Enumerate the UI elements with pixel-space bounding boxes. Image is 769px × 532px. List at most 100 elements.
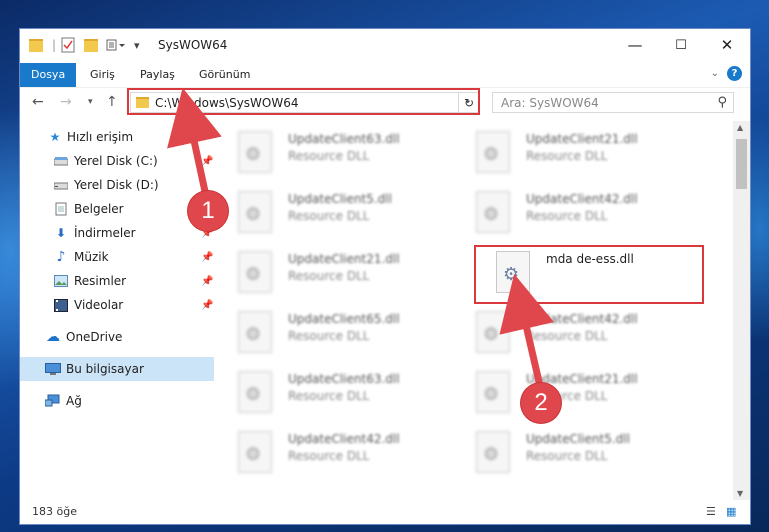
step-badge-1: 1 [188,191,228,231]
sidebar-item-network[interactable]: Ağ [20,389,214,413]
quick-access-folder-icon[interactable] [29,36,43,54]
sidebar-item-pictures[interactable]: Resimler 📌 [20,269,214,293]
help-icon[interactable]: ? [727,66,742,81]
dll-file-icon [238,371,272,413]
file-list: UpdateClient63.dll Resource DLL UpdateCl… [220,121,732,500]
large-icons-view-icon[interactable]: ▦ [726,505,740,518]
navigation-pane: ★ Hızlı erişim Yerel Disk (C:) 📌 Yerel D… [20,125,214,500]
file-item[interactable]: UpdateClient21.dll Resource DLL [220,245,446,297]
file-name: UpdateClient63.dll [288,132,400,146]
file-item[interactable]: UpdateClient21.dll Resource DLL [458,365,684,417]
file-item[interactable]: UpdateClient5.dll Resource DLL [458,425,684,477]
file-name: UpdateClient5.dll [288,192,392,206]
sidebar-item-label: Bu bilgisayar [66,362,144,376]
music-icon: ♪ [56,249,66,265]
file-type: Resource DLL [288,269,370,283]
file-name: UpdateClient42.dll [526,192,638,206]
pin-icon[interactable]: 📌 [201,156,213,167]
file-item[interactable]: UpdateClient63.dll Resource DLL [220,125,446,177]
scroll-thumb[interactable] [736,139,747,189]
videos-icon [53,298,69,312]
target-file-highlight [474,245,704,304]
file-name: UpdateClient65.dll [288,312,400,326]
step-badge-2: 2 [521,383,561,423]
dll-file-icon [476,431,510,473]
properties-icon[interactable] [61,36,75,54]
pin-icon[interactable]: 📌 [201,300,213,311]
expand-ribbon-icon[interactable]: ⌄ [711,68,719,79]
back-arrow-icon[interactable]: ← [32,94,44,110]
scroll-down-icon[interactable]: ▼ [737,489,743,498]
tab-giris[interactable]: Giriş [82,65,123,85]
qat-dropdown-icon[interactable]: ▾ [134,36,140,54]
customize-icon[interactable] [106,36,128,54]
sidebar-item-label: Yerel Disk (C:) [74,154,158,168]
sidebar-item-music[interactable]: ♪ Müzik 📌 [20,245,214,269]
tab-gorunum[interactable]: Görünüm [191,65,258,85]
sidebar-item-label: Hızlı erişim [67,130,134,144]
up-arrow-icon[interactable]: ↑ [106,94,118,110]
tab-dosya[interactable]: Dosya [20,63,77,87]
documents-icon [53,202,69,216]
dll-file-icon [476,311,510,353]
address-bar-highlight [127,88,480,115]
sidebar-item-label: Ağ [66,394,82,408]
sidebar-item-onedrive[interactable]: ☁ OneDrive [20,325,214,349]
search-input[interactable]: Ara: SysWOW64 ⚲ [492,92,734,113]
dll-file-icon [238,311,272,353]
file-item[interactable]: UpdateClient21.dll Resource DLL [458,125,684,177]
maximize-button[interactable]: ☐ [658,29,704,61]
file-item[interactable]: UpdateClient63.dll Resource DLL [220,365,446,417]
file-item[interactable]: UpdateClient42.dll Resource DLL [220,425,446,477]
dll-file-icon [476,131,510,173]
item-count: 183 öğe [32,505,77,518]
dll-file-icon [238,131,272,173]
download-icon: ⬇ [55,226,67,240]
minimize-button[interactable]: — [612,29,658,61]
pin-icon[interactable]: 📌 [201,252,213,263]
file-item[interactable]: UpdateClient42.dll Resource DLL [458,185,684,237]
sidebar-item-disk-d[interactable]: Yerel Disk (D:) [20,173,214,197]
sidebar-item-downloads[interactable]: ⬇ İndirmeler 📌 [20,221,214,245]
sidebar-item-this-pc[interactable]: Bu bilgisayar [20,357,214,381]
file-type: Resource DLL [288,209,370,223]
sidebar-item-label: İndirmeler [74,226,136,240]
search-icon: ⚲ [717,95,727,110]
file-type: Resource DLL [288,449,370,463]
file-type: Resource DLL [526,329,608,343]
file-type: Resource DLL [288,389,370,403]
sidebar-item-disk-c[interactable]: Yerel Disk (C:) 📌 [20,149,214,173]
file-name: UpdateClient21.dll [288,252,400,266]
file-item[interactable]: UpdateClient65.dll Resource DLL [220,305,446,357]
file-type: Resource DLL [288,329,370,343]
tab-paylas[interactable]: Paylaş [132,65,183,85]
dll-file-icon [238,431,272,473]
sidebar-item-label: Belgeler [74,202,124,216]
dll-file-icon [238,251,272,293]
sidebar-item-label: Videolar [74,298,124,312]
sidebar-item-documents[interactable]: Belgeler 📌 [20,197,214,221]
recent-locations-icon[interactable]: ▾ [88,97,93,107]
close-button[interactable]: ✕ [704,29,750,61]
forward-arrow-icon[interactable]: → [60,94,72,110]
file-item[interactable]: UpdateClient42.dll Resource DLL [458,305,684,357]
file-item[interactable]: UpdateClient5.dll Resource DLL [220,185,446,237]
file-name: UpdateClient42.dll [288,432,400,446]
dll-file-icon [476,191,510,233]
file-type: Resource DLL [526,449,608,463]
computer-icon [45,362,61,376]
drive-icon [53,178,69,192]
window-title: SysWOW64 [158,38,228,52]
new-folder-icon[interactable] [84,36,98,54]
details-view-icon[interactable]: ☰ [706,505,720,518]
pin-icon[interactable]: 📌 [201,276,213,287]
file-name: UpdateClient5.dll [526,432,630,446]
file-type: Resource DLL [288,149,370,163]
scroll-up-icon[interactable]: ▲ [737,123,743,132]
sidebar-item-label: OneDrive [66,330,123,344]
vertical-scrollbar[interactable]: ▲ ▼ [733,121,750,500]
dll-file-icon [476,371,510,413]
sidebar-item-videos[interactable]: Videolar 📌 [20,293,214,317]
drive-icon [53,154,69,168]
sidebar-item-quick-access[interactable]: ★ Hızlı erişim [20,125,214,149]
